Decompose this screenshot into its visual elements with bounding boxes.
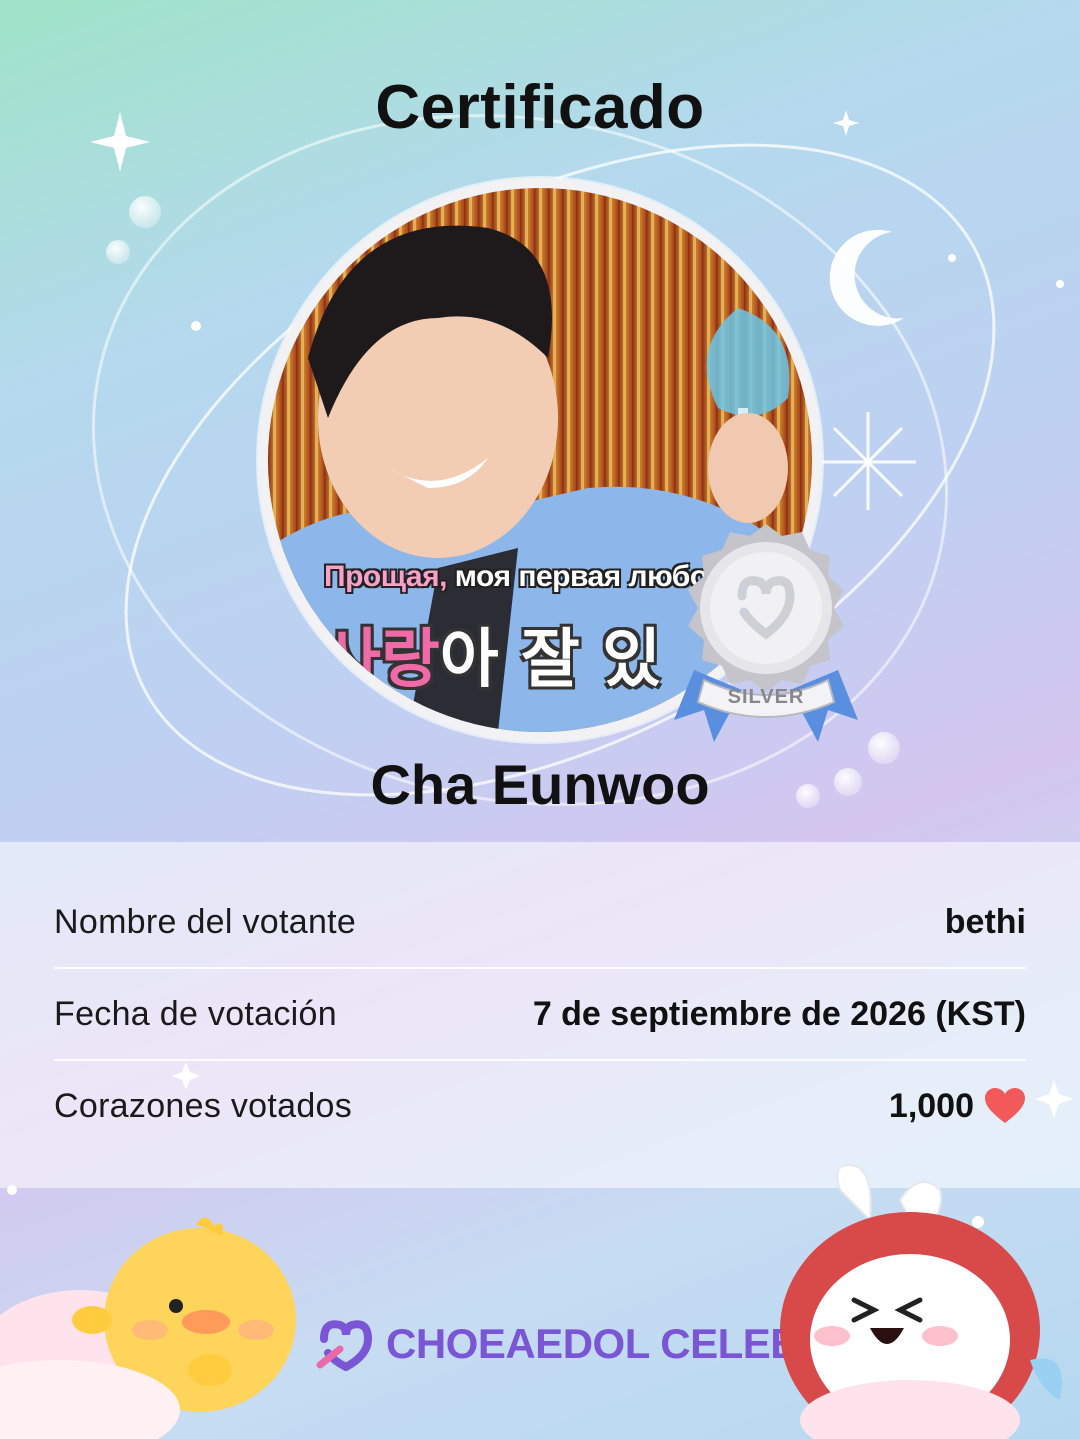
- voter-name-value: bethi: [944, 902, 1026, 941]
- photo-subtitle-ru-pink: Прощая,: [324, 560, 447, 593]
- brand-logo: CHOEAEDOL CELEB: [316, 1312, 801, 1376]
- photo-subtitle-ko-pink: 사랑: [322, 623, 440, 697]
- silver-badge: SILVER: [664, 520, 868, 756]
- chick-character: [0, 1217, 296, 1439]
- hearts-voted-row: Corazones votados 1,000: [54, 1060, 1026, 1152]
- hearts-voted-value: 1,000: [888, 1086, 974, 1125]
- vote-date-row: Fecha de votación 7 de septiembre de 202…: [54, 968, 1026, 1060]
- photo-subtitle-ko: 아 잘 있: [439, 623, 661, 697]
- certificate-title: Certificado: [375, 73, 705, 142]
- hearts-voted-value-group: 1,000: [889, 1087, 1026, 1126]
- badge-label: SILVER: [727, 686, 805, 708]
- vote-date-value: 7 de septiembre de 2026 (KST): [532, 994, 1026, 1033]
- vote-date-label: Fecha de votación: [54, 994, 337, 1033]
- brand-name: CHOEAEDOL CELEB: [386, 1320, 801, 1367]
- heart-icon: [985, 1088, 1025, 1123]
- bunny-character: [780, 1164, 1062, 1439]
- voter-name-label: Nombre del votante: [54, 902, 357, 941]
- choeaedol-logo-icon: [316, 1320, 373, 1371]
- voter-name-row: Nombre del votante bethi: [54, 876, 1026, 968]
- celebrity-name: Cha Eunwoo: [370, 753, 710, 816]
- hearts-voted-label: Corazones votados: [54, 1086, 353, 1125]
